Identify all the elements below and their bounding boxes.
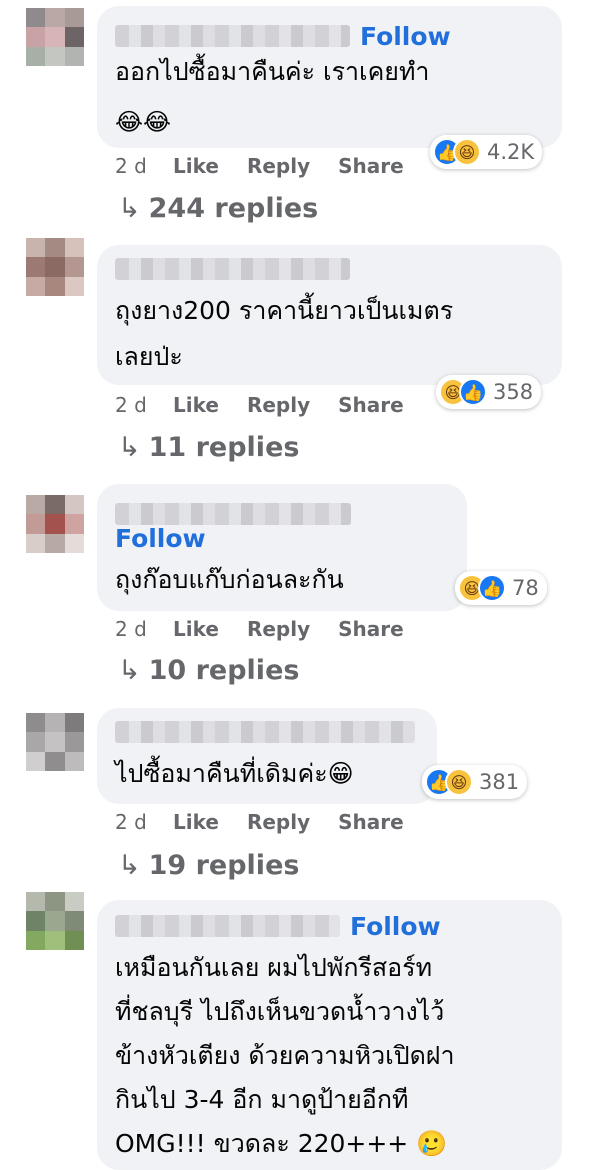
author-row: Follow xyxy=(115,22,451,51)
comment-age[interactable]: 2 d xyxy=(115,393,173,417)
view-replies-link[interactable]: ↳ 10 replies xyxy=(118,655,299,686)
reaction-summary[interactable]: 👍 😆 4.2K xyxy=(430,135,543,169)
blurred-author-name xyxy=(115,258,350,280)
comment-text: ออกไปซื้อมาคืนค่ะ เราเคยทำ xyxy=(115,57,430,86)
like-button[interactable]: Like xyxy=(173,617,219,641)
comment-text: เลยป่ะ xyxy=(115,342,183,371)
blurred-author-name xyxy=(115,915,340,937)
blurred-author-name xyxy=(115,721,415,743)
comment-text: ถุงก๊อบแก๊บก่อนละกัน xyxy=(115,565,344,594)
comment-age[interactable]: 2 d xyxy=(115,810,173,834)
comment-age[interactable]: 2 d xyxy=(115,154,173,178)
comment-emoji-line: 😂😂 xyxy=(115,108,172,136)
comment-actions: 2 d Like Reply Share xyxy=(115,393,432,417)
author-row xyxy=(115,502,351,526)
view-replies-link[interactable]: ↳ 19 replies xyxy=(118,850,299,881)
share-button[interactable]: Share xyxy=(338,810,404,834)
avatar[interactable] xyxy=(26,713,84,771)
reaction-count: 78 xyxy=(512,576,539,600)
avatar[interactable] xyxy=(26,8,84,66)
author-row: Follow xyxy=(115,912,441,941)
share-button[interactable]: Share xyxy=(338,393,404,417)
like-button[interactable]: Like xyxy=(173,393,219,417)
reaction-count: 381 xyxy=(479,770,520,794)
reply-arrow-icon: ↳ xyxy=(118,655,141,686)
comment-text: ที่ชลบุรี ไปถึงเห็นขวดน้ำวางไว้ xyxy=(115,997,445,1026)
comment-bubble: ไปซื้อมาคืนที่เดิมค่ะ😁 xyxy=(97,708,437,804)
reply-arrow-icon: ↳ xyxy=(118,850,141,881)
avatar[interactable] xyxy=(26,892,84,950)
reaction-summary[interactable]: 😆 👍 358 xyxy=(436,375,542,409)
comment-bubble: Follow ถุงก๊อบแก๊บก่อนละกัน xyxy=(97,484,467,611)
author-row xyxy=(115,720,415,744)
comment-text: ถุงยาง200 ราคานี้ยาวเป็นเมตร xyxy=(115,296,454,325)
follow-button[interactable]: Follow xyxy=(360,22,451,51)
blurred-author-name xyxy=(115,503,351,525)
comment-bubble: Follow เหมือนกันเลย ผมไปพักรีสอร์ท ที่ชล… xyxy=(97,900,562,1170)
avatar[interactable] xyxy=(26,238,84,296)
blurred-author-name xyxy=(115,25,350,47)
comment-text: ไปซื้อมาคืนที่เดิมค่ะ😁 xyxy=(115,759,354,788)
comment-actions: 2 d Like Reply Share xyxy=(115,154,432,178)
like-button[interactable]: Like xyxy=(173,810,219,834)
comment-age[interactable]: 2 d xyxy=(115,617,173,641)
comment-text: OMG!!! ขวดละ 220+++ 🥲 xyxy=(115,1129,448,1158)
like-icon: 👍 xyxy=(478,574,506,602)
comment-actions: 2 d Like Reply Share xyxy=(115,617,432,641)
replies-count: 19 replies xyxy=(148,850,300,881)
reply-button[interactable]: Reply xyxy=(247,154,310,178)
reply-arrow-icon: ↳ xyxy=(118,432,141,463)
comment-text: เหมือนกันเลย ผมไปพักรีสอร์ท xyxy=(115,953,433,982)
haha-icon: 😆 xyxy=(445,768,473,796)
comment-text: ข้างหัวเตียง ด้วยความหิวเปิดฝา xyxy=(115,1041,455,1070)
reply-button[interactable]: Reply xyxy=(247,617,310,641)
reply-button[interactable]: Reply xyxy=(247,810,310,834)
reaction-count: 4.2K xyxy=(487,140,535,164)
comment-actions: 2 d Like Reply Share xyxy=(115,810,432,834)
replies-count: 11 replies xyxy=(148,432,300,463)
author-row xyxy=(115,257,350,281)
comment-bubble: ถุงยาง200 ราคานี้ยาวเป็นเมตร เลยป่ะ xyxy=(97,245,562,385)
replies-count: 10 replies xyxy=(148,655,300,686)
reply-button[interactable]: Reply xyxy=(247,393,310,417)
follow-button[interactable]: Follow xyxy=(350,912,441,941)
share-button[interactable]: Share xyxy=(338,154,404,178)
follow-button[interactable]: Follow xyxy=(115,524,206,553)
haha-icon: 😆 xyxy=(453,138,481,166)
reaction-summary[interactable]: 😆 👍 78 xyxy=(455,571,547,605)
like-button[interactable]: Like xyxy=(173,154,219,178)
reply-arrow-icon: ↳ xyxy=(118,193,141,224)
view-replies-link[interactable]: ↳ 11 replies xyxy=(118,432,299,463)
like-icon: 👍 xyxy=(459,378,487,406)
view-replies-link[interactable]: ↳ 244 replies xyxy=(118,193,318,224)
reaction-summary[interactable]: 👍 😆 381 xyxy=(422,765,528,799)
replies-count: 244 replies xyxy=(148,193,319,224)
share-button[interactable]: Share xyxy=(338,617,404,641)
comment-bubble: Follow ออกไปซื้อมาคืนค่ะ เราเคยทำ 😂😂 xyxy=(97,6,562,148)
reaction-count: 358 xyxy=(493,380,534,404)
comment-text: กินไป 3-4 อีก มาดูป้ายอีกที xyxy=(115,1085,409,1114)
avatar[interactable] xyxy=(26,495,84,553)
